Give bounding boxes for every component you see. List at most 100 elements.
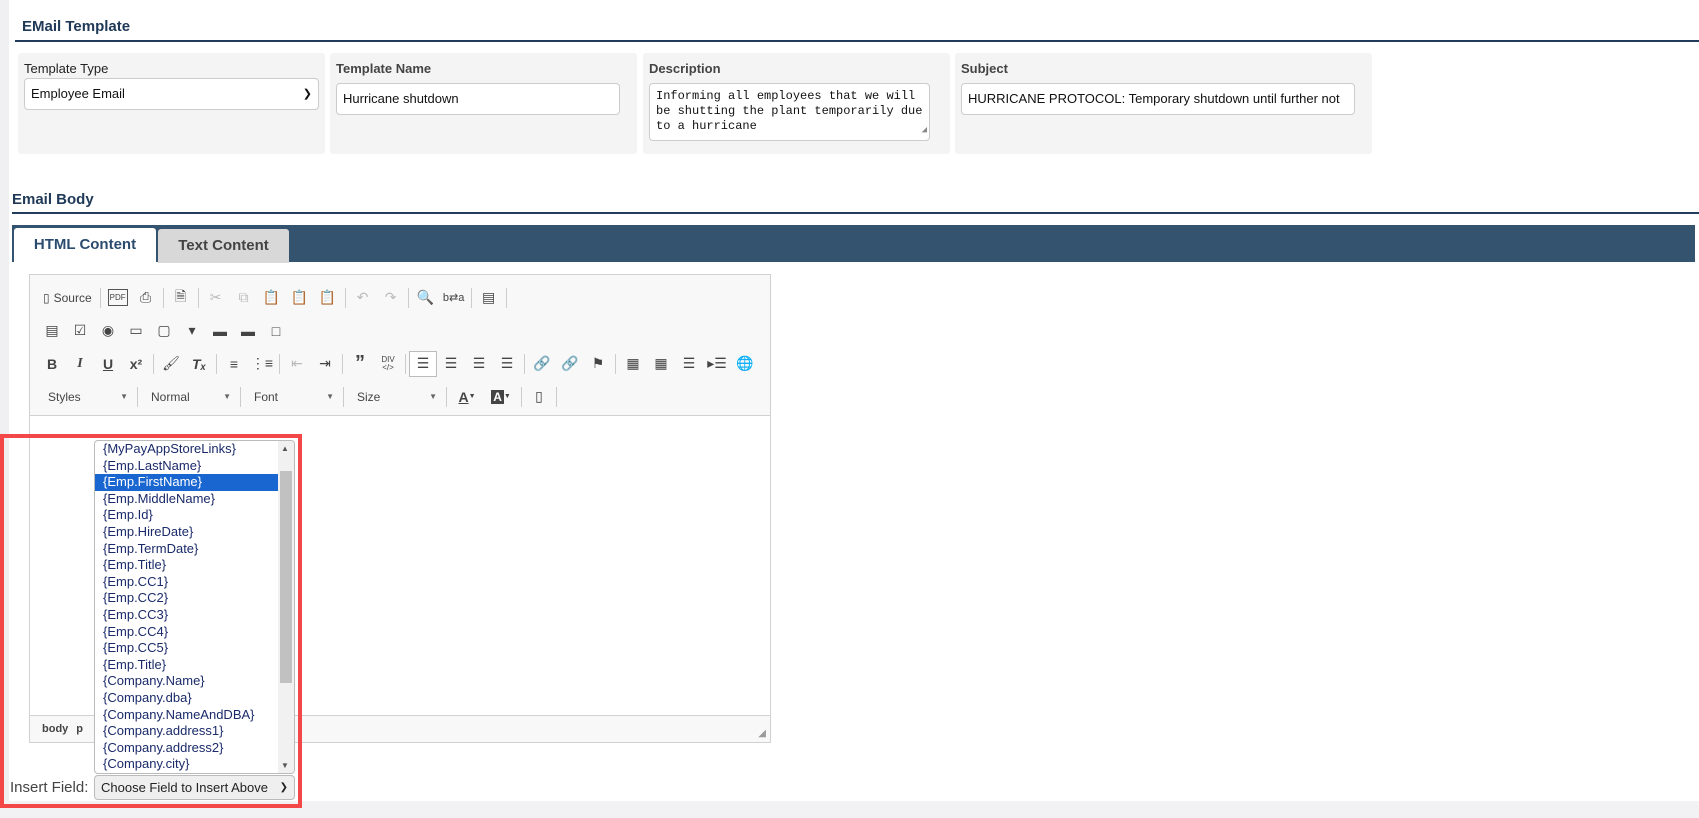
format-dropdown[interactable]: Normal ▼ [141, 385, 237, 409]
source-button[interactable]: ▯ Source [38, 285, 97, 311]
underline-button[interactable]: U [94, 351, 122, 377]
redo-button[interactable]: ↷ [377, 285, 405, 311]
italic-button[interactable]: I [66, 351, 94, 377]
paste-word-button[interactable]: 📋 [314, 285, 342, 311]
remove-format-button[interactable]: Tₓ [185, 351, 213, 377]
superscript-button[interactable]: x² [122, 351, 150, 377]
insert-field-listbox[interactable]: {MyPayAppStoreLinks} {Emp.LastName} {Emp.F… [94, 440, 295, 774]
text-field-button[interactable]: ▭ [122, 318, 150, 344]
listbox-option[interactable]: {Emp.CC5} [95, 640, 279, 657]
anchor-button[interactable]: ⚑ [584, 351, 612, 377]
underline-icon: U [102, 355, 114, 372]
scissors-icon: ✂ [209, 289, 222, 305]
listbox-option[interactable]: {Company.Name} [95, 673, 279, 690]
description-label: Description [649, 61, 721, 76]
listbox-option[interactable]: {Emp.CC3} [95, 607, 279, 624]
listbox-option[interactable]: {Emp.CC4} [95, 624, 279, 641]
select-icon: ▾ [188, 322, 196, 338]
textarea-button[interactable]: ▢ [150, 318, 178, 344]
page-break-button[interactable]: ▸☰ [703, 351, 731, 377]
replace-button[interactable]: b⇄a [440, 285, 468, 311]
listbox-option[interactable]: {Emp.Id} [95, 507, 279, 524]
indent-button[interactable]: ⇥ [311, 351, 339, 377]
copy-button[interactable]: ⧉ [230, 285, 258, 311]
image-button[interactable]: ▦ [619, 351, 647, 377]
iframe-button[interactable]: 🌐 [731, 351, 759, 377]
checkbox-button[interactable]: ☑ [66, 318, 94, 344]
outdent-button[interactable]: ⇤ [283, 351, 311, 377]
resize-grip-icon[interactable]: ◢ [922, 123, 927, 138]
show-blocks-button[interactable]: ▯ [525, 384, 553, 410]
find-button[interactable]: 🔍 [412, 285, 440, 311]
link-button[interactable]: 🔗 [528, 351, 556, 377]
listbox-option[interactable]: {Emp.CC2} [95, 590, 279, 607]
table-button[interactable]: ▦ [647, 351, 675, 377]
align-left-button[interactable]: ☰ [409, 350, 437, 377]
align-center-button[interactable]: ☰ [437, 351, 465, 377]
cut-button[interactable]: ✂ [202, 285, 230, 311]
listbox-option[interactable]: {Emp.LastName} [95, 458, 279, 475]
listbox-option[interactable]: {Emp.HireDate} [95, 524, 279, 541]
export-pdf-button[interactable]: PDF [104, 285, 132, 311]
listbox-option[interactable]: {Company.city} [95, 756, 279, 773]
listbox-scrollbar[interactable]: ▲ ▼ [278, 441, 294, 773]
description-textarea[interactable]: Informing all employees that we will be … [649, 83, 930, 141]
listbox-option[interactable]: {Emp.CC1} [95, 574, 279, 591]
tab-text-content[interactable]: Text Content [158, 229, 289, 263]
page-break-icon: ▸☰ [707, 355, 727, 371]
bulleted-list-button[interactable]: ⋮≡ [248, 351, 276, 377]
listbox-option[interactable]: {Emp.Title} [95, 557, 279, 574]
text-color-button[interactable]: A ▼ [450, 384, 484, 410]
background-color-button[interactable]: A ▼ [484, 384, 518, 410]
paste-text-button[interactable]: 📋 [286, 285, 314, 311]
image-button-button[interactable]: ▬ [234, 318, 262, 344]
listbox-option[interactable]: {Company.address2} [95, 740, 279, 757]
listbox-option[interactable]: {Emp.Title} [95, 657, 279, 674]
print-button[interactable]: ⎙ [132, 285, 160, 311]
select-button[interactable]: ▾ [178, 318, 206, 344]
styles-dropdown[interactable]: Styles ▼ [38, 385, 134, 409]
resize-handle-icon[interactable]: ◢ [758, 728, 766, 739]
bold-button[interactable]: B [38, 351, 66, 377]
scroll-up-icon[interactable]: ▲ [281, 444, 289, 453]
hidden-field-button[interactable]: □ [262, 318, 290, 344]
flag-icon: ⚑ [591, 355, 605, 371]
tab-html-content[interactable]: HTML Content [14, 228, 156, 262]
listbox-option[interactable]: {Emp.MiddleName} [95, 491, 279, 508]
table-icon: ▦ [654, 355, 668, 371]
listbox-option[interactable]: {Emp.TermDate} [95, 541, 279, 558]
templates-button[interactable]: 🗎 [167, 285, 195, 311]
radio-button[interactable]: ◉ [94, 318, 122, 344]
scrollbar-thumb[interactable] [280, 471, 292, 683]
div-button[interactable]: DIV </> [374, 351, 402, 377]
button-button[interactable]: ▬ [206, 318, 234, 344]
font-dropdown[interactable]: Font ▼ [244, 385, 340, 409]
template-type-select[interactable]: Employee Email ❯ [24, 78, 319, 110]
blockquote-button[interactable]: ” [346, 351, 374, 377]
listbox-option[interactable]: {Company.address1} [95, 723, 279, 740]
justify-button[interactable]: ☰ [493, 351, 521, 377]
align-right-button[interactable]: ☰ [465, 351, 493, 377]
scroll-down-icon[interactable]: ▼ [281, 761, 289, 770]
listbox-option[interactable]: {Company.NameAndDBA} [95, 707, 279, 724]
copy-icon: ⧉ [238, 289, 249, 305]
paste-button[interactable]: 📋 [258, 285, 286, 311]
template-type-value: Employee Email [31, 86, 125, 101]
copy-format-button[interactable]: 🖌 [157, 351, 185, 377]
template-name-input[interactable]: Hurricane shutdown [336, 83, 620, 115]
insert-field-select[interactable]: Choose Field to Insert Above ❯ [94, 775, 295, 800]
subject-input[interactable]: HURRICANE PROTOCOL: Temporary shutdown u… [961, 83, 1355, 115]
size-dropdown[interactable]: Size ▼ [347, 385, 443, 409]
form-button[interactable]: ▤ [38, 318, 66, 344]
listbox-option[interactable]: {Emp.FirstName} [95, 474, 279, 491]
listbox-option[interactable]: {Company.dba} [95, 690, 279, 707]
document-icon: 🗎 [175, 287, 187, 304]
listbox-option[interactable]: {MyPayAppStoreLinks} [95, 441, 279, 458]
tab-bar: HTML Content Text Content [12, 225, 1695, 263]
undo-button[interactable]: ↶ [349, 285, 377, 311]
image-icon: ▦ [626, 355, 640, 371]
select-all-button[interactable]: ▤ [475, 285, 503, 311]
horizontal-line-button[interactable]: ☰ [675, 351, 703, 377]
unlink-button[interactable]: 🔗 [556, 351, 584, 377]
numbered-list-button[interactable]: ≡ [220, 351, 248, 377]
